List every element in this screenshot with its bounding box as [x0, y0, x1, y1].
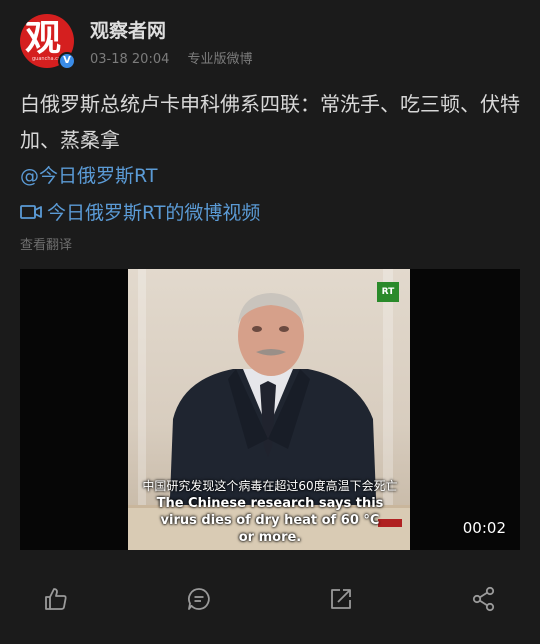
post-meta: 03-18 20:04 专业版微博: [90, 48, 253, 67]
video-link[interactable]: 今日俄罗斯RT的微博视频: [20, 198, 260, 225]
subtitle-chinese: 中国研究发现这个病毒在超过60度高温下会死亡: [142, 479, 398, 493]
video-link-label: 今日俄罗斯RT的微博视频: [47, 202, 261, 224]
avatar-logo-glyph: 观: [25, 18, 62, 59]
subtitle-english-line: virus dies of dry heat of 60 °C: [160, 513, 380, 528]
share-button[interactable]: [469, 584, 499, 614]
comment-icon: [188, 588, 210, 610]
translate-link[interactable]: 查看翻译: [20, 234, 72, 253]
subtitle-english-line: or more.: [238, 530, 302, 545]
verified-badge-icon: V: [58, 52, 76, 70]
video-camera-icon: [20, 204, 42, 219]
post-time: 03-18 20:04: [90, 52, 170, 67]
mention-link[interactable]: @今日俄罗斯RT: [20, 161, 157, 188]
thumbs-up-icon: [45, 588, 67, 610]
avatar-logo-url: guancha.cn: [32, 56, 62, 62]
post-header: 观 guancha.cn V 观察者网 03-18 20:04 专业版微博: [20, 14, 520, 70]
author-name[interactable]: 观察者网: [90, 16, 166, 43]
action-bar: [0, 570, 540, 630]
post-source: 专业版微博: [187, 52, 253, 67]
subtitle-english: The Chinese research says this virus die…: [20, 495, 520, 546]
video-duration: 00:02: [462, 519, 506, 537]
video-player[interactable]: RT 中国研究发现这个病毒在超过60度高温下会死亡 The Chinese re…: [20, 269, 520, 550]
post-text: 白俄罗斯总统卢卡申科佛系四联：常洗手、吃三顿、伏特加、蒸桑拿: [20, 92, 520, 152]
comment-button[interactable]: [184, 584, 214, 614]
like-button[interactable]: [41, 584, 71, 614]
repost-button[interactable]: [326, 584, 356, 614]
subtitle-english-line: The Chinese research says this: [156, 496, 384, 511]
repost-icon: [331, 589, 351, 609]
rt-logo: RT: [377, 282, 399, 302]
share-icon: [472, 586, 495, 612]
